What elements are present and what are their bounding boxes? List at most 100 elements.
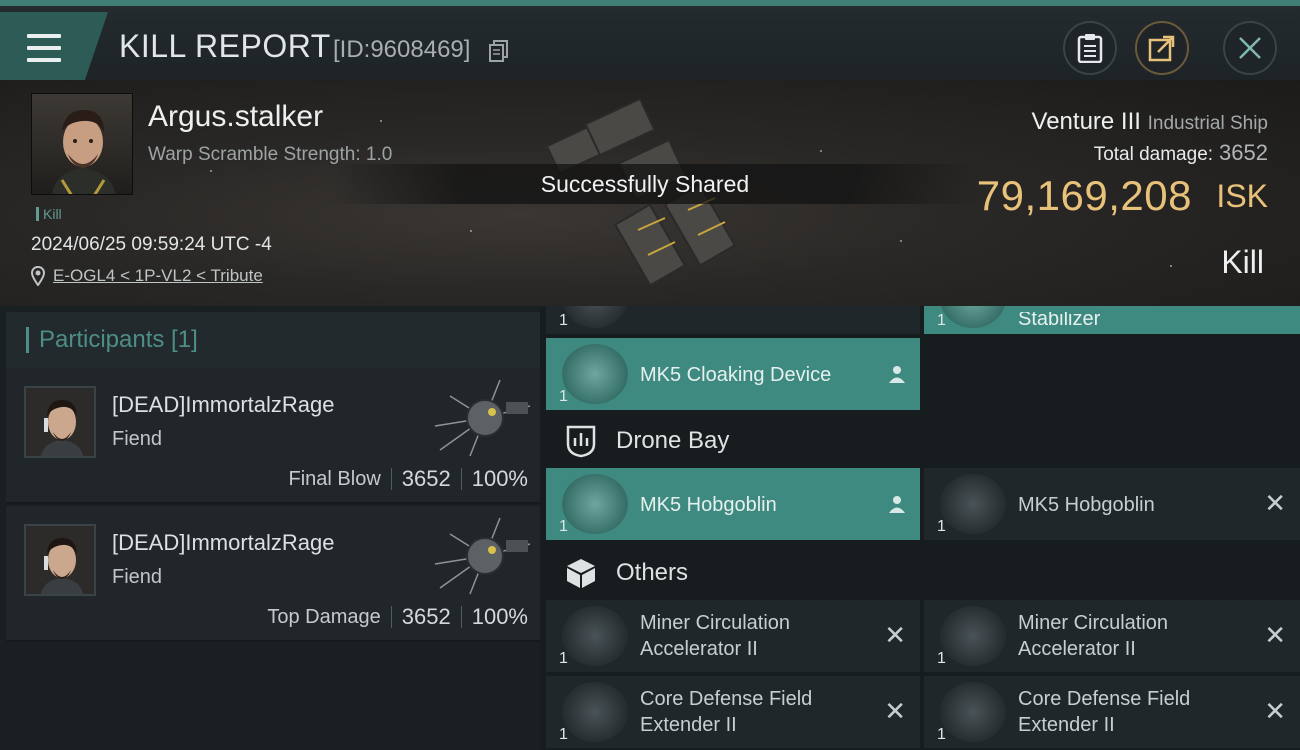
slot-quantity: 1 xyxy=(937,312,946,329)
cargo-slot[interactable]: Miner Circulation Accelerator II 1 ✕ xyxy=(924,600,1300,672)
hobgoblin-drone-icon xyxy=(940,474,1006,534)
participant-stats: Top Damage 3652 100% xyxy=(267,604,528,630)
kill-tag: Kill xyxy=(36,206,62,222)
kill-location[interactable]: E-OGL4 < 1P-VL2 < Tribute xyxy=(31,266,263,286)
fitting-slot[interactable]: 1 xyxy=(546,306,920,334)
close-button[interactable] xyxy=(1223,21,1277,75)
participant-ship: Fiend xyxy=(112,428,163,450)
slot-name-line2: Extender II xyxy=(640,714,737,736)
slot-name: MK5 Hobgoblin xyxy=(1018,494,1155,516)
participants-header[interactable]: Participants [1] xyxy=(6,312,540,368)
hamburger-menu-icon xyxy=(27,34,61,62)
participant-name: [DEAD]ImmortalzRage xyxy=(112,530,335,555)
share-icon xyxy=(1148,35,1175,62)
hobgoblin-drone-icon xyxy=(562,474,628,534)
clipboard-icon xyxy=(1077,34,1103,63)
slot-quantity: 1 xyxy=(559,518,568,535)
module-icon xyxy=(562,306,628,328)
shield-extender-icon xyxy=(940,682,1006,742)
destroyed-x-icon: ✕ xyxy=(1264,697,1286,727)
victim-summary: Argus.stalker Warp Scramble Strength: 1.… xyxy=(0,80,1300,306)
slot-name-line1: Core Defense Field xyxy=(640,688,813,710)
total-damage-label: Total damage: xyxy=(1093,144,1214,165)
slot-name-line1: Miner Circulation xyxy=(640,612,791,634)
cargo-slot[interactable]: Core Defense Field Extender II 1 ✕ xyxy=(924,676,1300,748)
participant-role: Final Blow xyxy=(288,467,381,490)
location-text: E-OGL4 < 1P-VL2 < Tribute xyxy=(53,266,263,285)
toast-message: Successfully Shared xyxy=(540,170,750,197)
fitting-slot[interactable]: MK5 Cloaking Device 1 xyxy=(546,338,920,410)
share-toast: Successfully Shared xyxy=(330,164,980,204)
drone-slot[interactable]: MK5 Hobgoblin 1 xyxy=(546,468,920,540)
slot-name: Stabilizer xyxy=(1018,312,1101,328)
report-id: [ID:9608469] xyxy=(333,36,471,63)
share-button[interactable] xyxy=(1135,21,1189,75)
participant-stats: Final Blow 3652 100% xyxy=(289,466,529,492)
participant-percent: 100% xyxy=(471,466,528,491)
destroyed-x-icon: ✕ xyxy=(884,621,906,651)
miner-accelerator-icon xyxy=(940,606,1006,666)
slot-quantity: 1 xyxy=(937,650,946,667)
fitting-slot[interactable]: Stabilizer 1 xyxy=(924,306,1300,334)
slot-name-line1: Miner Circulation xyxy=(1018,612,1169,634)
drone-bay-icon xyxy=(566,425,596,458)
participants-title: Participants [1] xyxy=(39,326,198,353)
ship-name-text: Venture III xyxy=(1031,108,1141,135)
menu-button[interactable] xyxy=(0,12,108,82)
pilot-person-icon xyxy=(889,366,905,383)
pilot-person-icon xyxy=(889,496,905,513)
cargo-box-icon xyxy=(567,559,595,588)
participant-damage: 3652 xyxy=(401,466,451,491)
fiend-ship-icon xyxy=(434,379,531,457)
slot-name: MK5 Cloaking Device xyxy=(640,364,832,386)
others-section: Others xyxy=(546,542,1300,604)
participant-avatar-icon xyxy=(26,526,94,594)
avatar xyxy=(24,386,96,458)
participant-ship: Fiend xyxy=(112,566,163,588)
participant-name: [DEAD]ImmortalzRage xyxy=(112,392,335,417)
isk-value: 79,169,208 xyxy=(976,172,1192,219)
slot-name-line1: Core Defense Field xyxy=(1018,688,1191,710)
ship-name[interactable]: Venture III Industrial Ship xyxy=(1032,108,1268,136)
total-damage-value: 3652 xyxy=(1219,140,1268,165)
cargo-slot[interactable]: Miner Circulation Accelerator II 1 ✕ xyxy=(546,600,920,672)
participant-avatar-icon xyxy=(26,388,94,456)
participant-card[interactable]: [DEAD]ImmortalzRage Fiend Top Damage 365… xyxy=(6,506,540,642)
participant-role: Top Damage xyxy=(267,605,381,628)
top-bar: KILL REPORT [ID:9608469] xyxy=(0,0,1300,82)
cargo-slot[interactable]: Core Defense Field Extender II 1 ✕ xyxy=(546,676,920,748)
fitting-panel: 1 Stabilizer 1 MK5 Cloaking Device 1 Dro… xyxy=(540,306,1300,750)
victim-portrait[interactable] xyxy=(31,93,133,195)
isk-unit: ISK xyxy=(1216,178,1268,214)
destroyed-x-icon: ✕ xyxy=(884,697,906,727)
victim-pilot-name[interactable]: Argus.stalker xyxy=(148,100,323,134)
slot-quantity: 1 xyxy=(559,388,568,405)
copy-icon[interactable] xyxy=(489,40,509,62)
avatar xyxy=(24,524,96,596)
slot-name-line2: Accelerator II xyxy=(1018,638,1136,660)
warp-scramble-strength: Warp Scramble Strength: 1.0 xyxy=(148,144,393,165)
drone-bay-title: Drone Bay xyxy=(616,427,730,454)
page-title: KILL REPORT xyxy=(119,28,331,64)
slot-quantity: 1 xyxy=(559,650,568,667)
drone-slot[interactable]: MK5 Hobgoblin 1 ✕ xyxy=(924,468,1300,540)
stabilizer-icon xyxy=(940,306,1006,328)
slot-name-line2: Accelerator II xyxy=(640,638,758,660)
slot-quantity: 1 xyxy=(559,726,568,743)
participant-card[interactable]: [DEAD]ImmortalzRage Fiend Final Blow 365… xyxy=(6,368,540,504)
destroyed-x-icon: ✕ xyxy=(1264,621,1286,651)
participant-damage: 3652 xyxy=(401,604,451,629)
destroyed-x-icon: ✕ xyxy=(1264,489,1286,519)
cloaking-device-icon xyxy=(562,344,628,404)
others-title: Others xyxy=(616,559,689,586)
kill-result: Kill xyxy=(1221,244,1264,280)
total-damage: Total damage: 3652 xyxy=(1094,140,1268,166)
close-icon xyxy=(1239,37,1261,59)
fiend-ship-icon xyxy=(434,517,531,595)
slot-quantity: 1 xyxy=(559,312,568,329)
slot-quantity: 1 xyxy=(937,518,946,535)
pilot-avatar-icon xyxy=(52,110,116,194)
kill-timestamp: 2024/06/25 09:59:24 UTC -4 xyxy=(31,234,272,255)
drone-bay-section: Drone Bay xyxy=(546,410,1300,472)
clipboard-button[interactable] xyxy=(1063,21,1117,75)
